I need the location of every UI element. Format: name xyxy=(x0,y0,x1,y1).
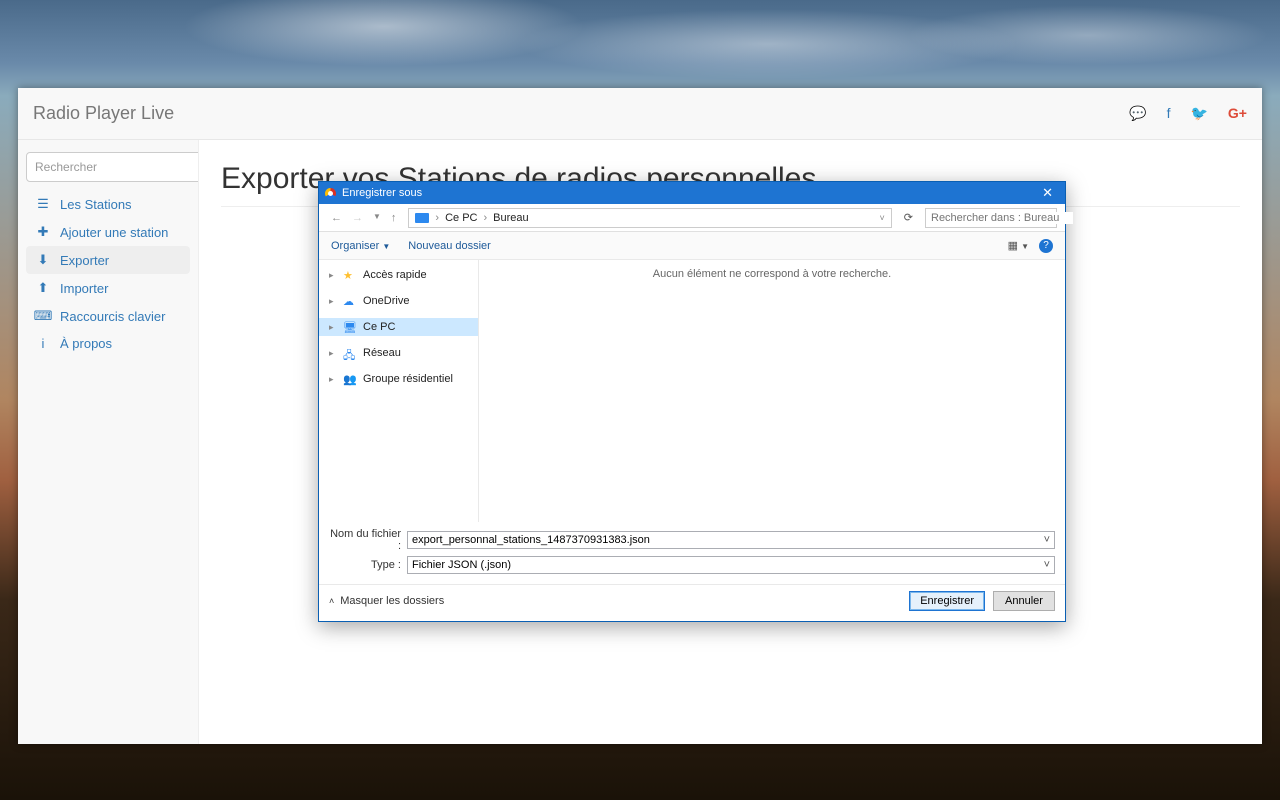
nav-export[interactable]: ⬇ Exporter xyxy=(26,246,190,274)
help-button[interactable]: ? xyxy=(1039,239,1053,253)
sidebar: ☰ Les Stations ✚ Ajouter une station ⬇ E… xyxy=(18,140,198,744)
chevron-down-icon: ▼ xyxy=(382,242,390,251)
tree-label: Accès rapide xyxy=(363,269,427,281)
search-input[interactable] xyxy=(26,152,199,182)
keyboard-icon: ⌨ xyxy=(36,308,50,324)
close-button[interactable]: ✕ xyxy=(1036,185,1059,201)
organize-menu[interactable]: Organiser ▼ xyxy=(331,240,390,252)
tree-homegroup[interactable]: ▸ 👥 Groupe résidentiel xyxy=(319,370,478,388)
plus-icon: ✚ xyxy=(36,224,50,240)
nav-label: Importer xyxy=(60,281,108,296)
pc-icon xyxy=(415,213,429,223)
expand-icon[interactable]: ▸ xyxy=(329,322,337,333)
monitor-icon: 🖥 xyxy=(343,321,357,333)
nav-add-station[interactable]: ✚ Ajouter une station xyxy=(26,218,190,246)
dialog-body: ▸ ★ Accès rapide ▸ ☁ OneDrive ▸ 🖥 Ce PC … xyxy=(319,260,1065,522)
type-combobox[interactable]: ˅ xyxy=(407,556,1055,574)
network-icon: 🖧 xyxy=(343,347,357,359)
type-input[interactable] xyxy=(412,559,1040,571)
tree-this-pc[interactable]: ▸ 🖥 Ce PC xyxy=(319,318,478,336)
dialog-title: Enregistrer sous xyxy=(342,187,422,199)
dialog-titlebar[interactable]: Enregistrer sous ✕ xyxy=(319,182,1065,204)
tree-label: Groupe résidentiel xyxy=(363,373,453,385)
chrome-icon xyxy=(325,188,336,199)
tree-label: OneDrive xyxy=(363,295,409,307)
chevron-up-icon: ˄ xyxy=(329,596,334,606)
dialog-search[interactable] xyxy=(925,208,1057,228)
group-icon: 👥 xyxy=(343,373,357,385)
cloud-icon: ☁ xyxy=(343,295,357,307)
dialog-toolbar: Organiser ▼ Nouveau dossier ▦ ▼ ? xyxy=(319,232,1065,260)
type-label: Type : xyxy=(329,559,407,571)
dialog-footer: ˄ Masquer les dossiers Enregistrer Annul… xyxy=(319,584,1065,621)
facebook-icon[interactable]: f xyxy=(1167,105,1171,122)
save-button[interactable]: Enregistrer xyxy=(909,591,985,611)
filename-input[interactable] xyxy=(412,534,1040,546)
recent-dropdown[interactable]: ▼ xyxy=(369,212,385,224)
nav-import[interactable]: ⬆ Importer xyxy=(26,274,190,302)
expand-icon[interactable]: ▸ xyxy=(329,296,337,307)
filename-combobox[interactable]: ˅ xyxy=(407,531,1055,549)
topbar: Radio Player Live 💬 f 🐦 G+ xyxy=(18,88,1262,140)
empty-message: Aucun élément ne correspond à votre rech… xyxy=(653,268,891,280)
social-icons: 💬 f 🐦 G+ xyxy=(1129,105,1247,122)
nav-stations[interactable]: ☰ Les Stations xyxy=(26,190,190,218)
tree-quick-access[interactable]: ▸ ★ Accès rapide xyxy=(319,266,478,284)
up-button[interactable]: ↑ xyxy=(387,212,401,224)
new-folder-button[interactable]: Nouveau dossier xyxy=(408,240,491,252)
path-pc[interactable]: Ce PC xyxy=(445,212,477,224)
view-menu[interactable]: ▦ ▼ xyxy=(1008,239,1029,252)
search-row xyxy=(26,152,190,182)
nav-shortcuts[interactable]: ⌨ Raccourcis clavier xyxy=(26,302,190,330)
nav-label: À propos xyxy=(60,336,112,351)
nav-label: Exporter xyxy=(60,253,109,268)
back-button[interactable]: ← xyxy=(327,212,346,224)
nav-label: Raccourcis clavier xyxy=(60,309,165,324)
path-dropdown-icon[interactable]: ˅ xyxy=(880,213,885,223)
tree-network[interactable]: ▸ 🖧 Réseau xyxy=(319,344,478,362)
tree-label: Réseau xyxy=(363,347,401,359)
refresh-button[interactable]: ⟳ xyxy=(900,211,917,224)
nav-arrows: ← → ▼ ↑ xyxy=(327,212,400,224)
filename-label: Nom du fichier : xyxy=(329,528,407,552)
upload-icon: ⬆ xyxy=(36,280,50,296)
path-separator: › xyxy=(435,212,439,224)
expand-icon[interactable]: ▸ xyxy=(329,348,337,359)
twitter-icon[interactable]: 🐦 xyxy=(1190,105,1207,122)
search-field[interactable] xyxy=(931,212,1073,224)
forward-button[interactable]: → xyxy=(348,212,367,224)
cancel-button[interactable]: Annuler xyxy=(993,591,1055,611)
chevron-down-icon[interactable]: ˅ xyxy=(1044,534,1050,546)
tree-label: Ce PC xyxy=(363,321,395,333)
info-icon: i xyxy=(36,336,50,351)
nav-label: Ajouter une station xyxy=(60,225,168,240)
comment-icon[interactable]: 💬 xyxy=(1129,105,1146,122)
folder-tree: ▸ ★ Accès rapide ▸ ☁ OneDrive ▸ 🖥 Ce PC … xyxy=(319,260,479,522)
googleplus-icon[interactable]: G+ xyxy=(1228,105,1247,122)
tree-onedrive[interactable]: ▸ ☁ OneDrive xyxy=(319,292,478,310)
nav-about[interactable]: i À propos xyxy=(26,330,190,357)
file-area[interactable]: Aucun élément ne correspond à votre rech… xyxy=(479,260,1065,522)
expand-icon[interactable]: ▸ xyxy=(329,374,337,385)
path-bar[interactable]: › Ce PC › Bureau ˅ xyxy=(408,208,891,228)
expand-icon[interactable]: ▸ xyxy=(329,270,337,281)
nav: ☰ Les Stations ✚ Ajouter une station ⬇ E… xyxy=(26,190,190,357)
chevron-down-icon[interactable]: ˅ xyxy=(1044,559,1050,571)
brand: Radio Player Live xyxy=(33,103,174,124)
nav-label: Les Stations xyxy=(60,197,132,212)
save-as-dialog: Enregistrer sous ✕ ← → ▼ ↑ › Ce PC › Bur… xyxy=(318,181,1066,622)
list-icon: ☰ xyxy=(36,196,50,212)
dialog-nav: ← → ▼ ↑ › Ce PC › Bureau ˅ ⟳ xyxy=(319,204,1065,232)
hide-folders-toggle[interactable]: ˄ Masquer les dossiers xyxy=(329,595,444,607)
star-icon: ★ xyxy=(343,269,357,281)
download-icon: ⬇ xyxy=(36,252,50,268)
path-desktop[interactable]: Bureau xyxy=(493,212,528,224)
hide-folders-label: Masquer les dossiers xyxy=(340,595,444,607)
path-separator: › xyxy=(484,212,488,224)
dialog-fields: Nom du fichier : ˅ Type : ˅ xyxy=(319,522,1065,584)
